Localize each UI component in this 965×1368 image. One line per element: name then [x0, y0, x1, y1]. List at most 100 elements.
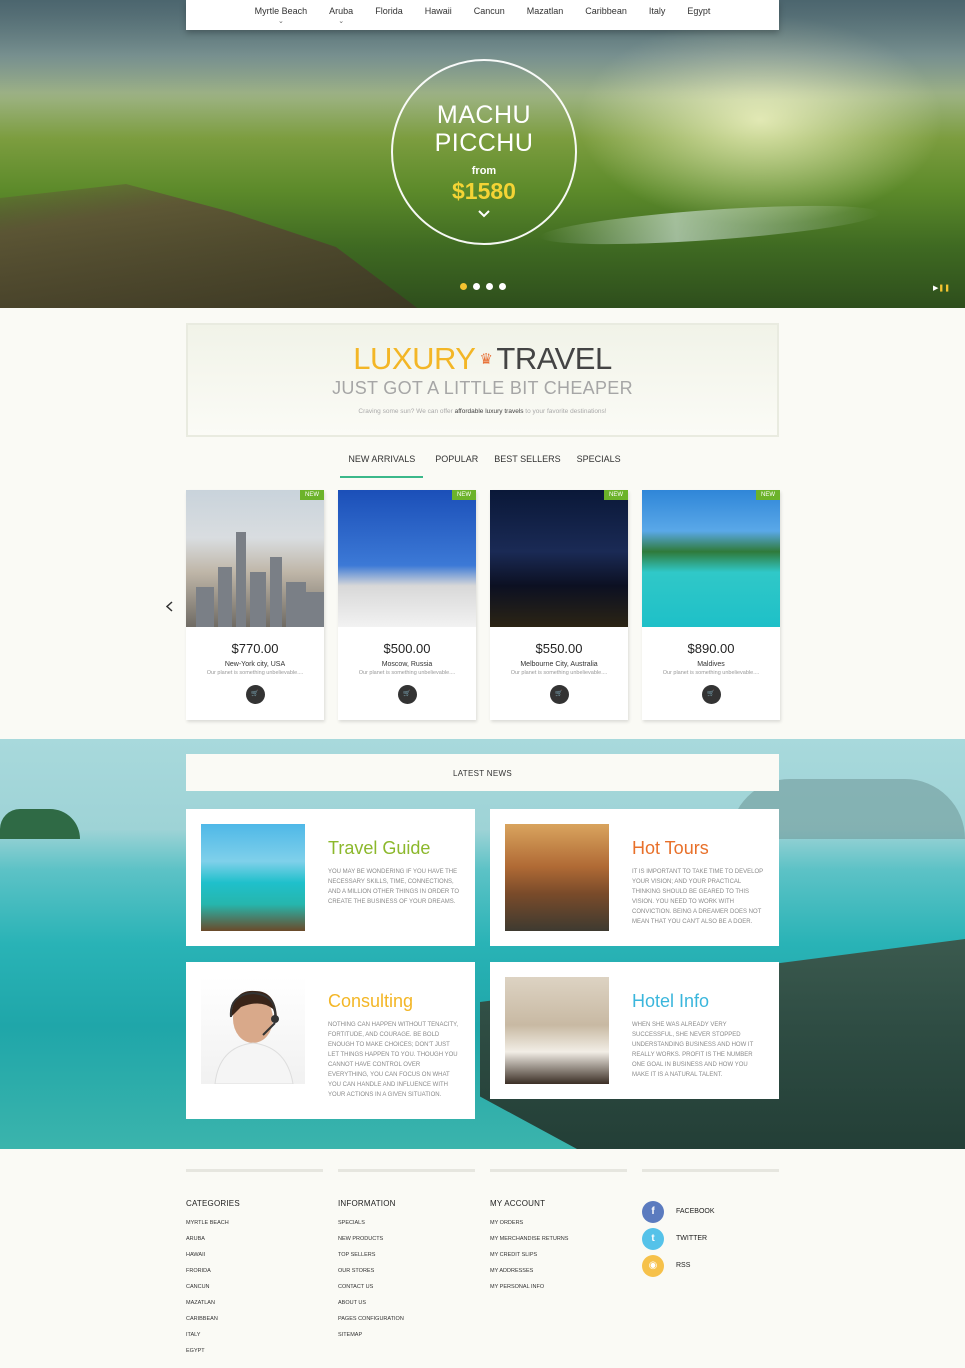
nav-item-florida[interactable]: Florida [364, 0, 414, 30]
news-item-hot-tours[interactable]: Hot Tours It is important to take time to… [490, 809, 779, 946]
facebook-icon[interactable]: f [642, 1200, 664, 1223]
product-image[interactable]: NEW [186, 490, 324, 627]
divider [642, 1169, 779, 1172]
social-facebook[interactable]: f FACEBOOK [642, 1198, 715, 1225]
social-twitter[interactable]: t TWITTER [642, 1225, 715, 1252]
hero-offer-circle[interactable]: MACHU PICCHU from $1580 [391, 59, 577, 245]
hotel-bed-image[interactable] [505, 977, 609, 1084]
product-image[interactable]: NEW [338, 490, 476, 627]
tab-popular[interactable]: POPULAR [431, 449, 482, 478]
slider-dot[interactable] [460, 283, 467, 290]
support-agent-image[interactable] [201, 977, 305, 1084]
tab-specials[interactable]: SPECIALS [573, 449, 625, 478]
product-name[interactable]: Melbourne City, Australia [490, 661, 628, 668]
twitter-icon[interactable]: t [642, 1227, 664, 1250]
cart-icon[interactable]: 🛒 [245, 685, 265, 704]
divider [490, 1169, 627, 1172]
product-carousel: NEW $770.00 New-York city, USA Our planet i… [186, 490, 780, 720]
building-shape [286, 582, 306, 627]
slider-controls[interactable]: ▶❚❚ [933, 284, 950, 292]
news-title[interactable]: Hotel Info [632, 991, 709, 1012]
promo-heading: LUXURY ♛ TRAVEL [353, 341, 612, 376]
footer-link[interactable]: My addresses [490, 1268, 627, 1284]
cart-icon[interactable]: 🛒 [397, 685, 417, 704]
footer-link[interactable]: Mazatlan [186, 1300, 323, 1316]
nav-item-caribbean[interactable]: Caribbean [574, 0, 638, 30]
nav-item-aruba[interactable]: Aruba ⌄ [318, 0, 364, 30]
news-item-travel-guide[interactable]: Travel Guide You may be wondering if you … [186, 809, 475, 946]
footer-link[interactable]: About us [338, 1300, 475, 1316]
new-badge: NEW [300, 490, 324, 500]
hero-title: MACHU PICCHU [434, 101, 534, 157]
footer-link[interactable]: My orders [490, 1220, 627, 1236]
product-card[interactable]: NEW $770.00 New-York city, USA Our planet i… [186, 490, 324, 720]
footer-link[interactable]: Frorida [186, 1268, 323, 1284]
tab-new-arrivals[interactable]: NEW ARRIVALS [340, 449, 424, 478]
venice-canal-image[interactable] [505, 824, 609, 931]
footer-link[interactable]: My credit slips [490, 1252, 627, 1268]
social-links: f FACEBOOK t TWITTER ◉ RSS [642, 1198, 715, 1279]
slider-dot[interactable] [499, 283, 506, 290]
footer-link[interactable]: Our stores [338, 1268, 475, 1284]
product-name[interactable]: Moscow, Russia [338, 661, 476, 668]
footer-heading: MY ACCOUNT [490, 1199, 546, 1208]
footer-link[interactable]: My personal info [490, 1284, 627, 1300]
product-price: $770.00 [231, 641, 279, 656]
nav-item-mazatlan[interactable]: Mazatlan [516, 0, 575, 30]
footer-link[interactable]: Caribbean [186, 1316, 323, 1332]
social-label[interactable]: TWITTER [676, 1235, 707, 1242]
beach-pier-image[interactable] [201, 824, 305, 931]
cart-icon[interactable]: 🛒 [701, 685, 721, 704]
chevron-down-icon[interactable] [393, 207, 575, 221]
footer-link[interactable]: Specials [338, 1220, 475, 1236]
news-item-consulting[interactable]: Consulting Nothing can happen without ten… [186, 962, 475, 1119]
nav-item-italy[interactable]: Italy [638, 0, 677, 30]
chevron-down-icon: ⌄ [338, 18, 345, 25]
footer-link[interactable]: Sitemap [338, 1332, 475, 1348]
slider-pagination [460, 283, 506, 290]
product-image[interactable]: NEW [642, 490, 780, 627]
footer-link[interactable]: Hawaii [186, 1252, 323, 1268]
hero-from-label: from [471, 165, 497, 177]
social-label[interactable]: FACEBOOK [676, 1208, 715, 1215]
pause-icon[interactable]: ❚❚ [938, 285, 950, 292]
footer-link[interactable]: New products [338, 1236, 475, 1252]
footer-link[interactable]: Top sellers [338, 1252, 475, 1268]
footer-link[interactable]: Aruba [186, 1236, 323, 1252]
product-card[interactable]: NEW $890.00 Maldives Our planet is somethin… [642, 490, 780, 720]
footer-link[interactable]: Egypt [186, 1348, 323, 1364]
nav-item-myrtle-beach[interactable]: Myrtle Beach ⌄ [244, 0, 319, 30]
slider-dot[interactable] [486, 283, 493, 290]
footer-link[interactable]: Italy [186, 1332, 323, 1348]
building-shape [270, 557, 282, 627]
footer-link[interactable]: Pages configuration [338, 1316, 475, 1332]
new-badge: NEW [756, 490, 780, 500]
news-excerpt: You may be wondering if you have the nec… [328, 869, 460, 905]
nav-item-cancun[interactable]: Cancun [463, 0, 516, 30]
product-image[interactable]: NEW [490, 490, 628, 627]
social-rss[interactable]: ◉ RSS [642, 1252, 715, 1279]
product-description: Our planet is something unbelievable.... [662, 670, 760, 676]
footer-link[interactable]: Myrtle Beach [186, 1220, 323, 1236]
product-name[interactable]: Maldives [642, 661, 780, 668]
rss-icon[interactable]: ◉ [642, 1254, 664, 1277]
product-card[interactable]: NEW $550.00 Melbourne City, Australia Our p… [490, 490, 628, 720]
product-name[interactable]: New-York city, USA [186, 661, 324, 668]
footer-link[interactable]: Cancun [186, 1284, 323, 1300]
slider-dot[interactable] [473, 283, 480, 290]
social-label[interactable]: RSS [676, 1262, 690, 1269]
tab-best-sellers[interactable]: BEST SELLERS [490, 449, 564, 478]
product-card[interactable]: NEW $500.00 Moscow, Russia Our planet is so… [338, 490, 476, 720]
nav-item-egypt[interactable]: Egypt [676, 0, 721, 30]
footer-link[interactable]: Contact us [338, 1284, 475, 1300]
news-title[interactable]: Hot Tours [632, 838, 709, 859]
carousel-prev-icon[interactable] [165, 600, 173, 615]
news-title[interactable]: Travel Guide [328, 838, 430, 859]
footer-link[interactable]: My merchandise returns [490, 1236, 627, 1252]
news-title[interactable]: Consulting [328, 991, 413, 1012]
news-item-hotel-info[interactable]: Hotel Info When she was already very succ… [490, 962, 779, 1099]
news-excerpt: When she was already very successful, sh… [632, 1022, 754, 1078]
nav-item-hawaii[interactable]: Hawaii [414, 0, 463, 30]
building-shape [306, 592, 324, 627]
cart-icon[interactable]: 🛒 [549, 685, 569, 704]
